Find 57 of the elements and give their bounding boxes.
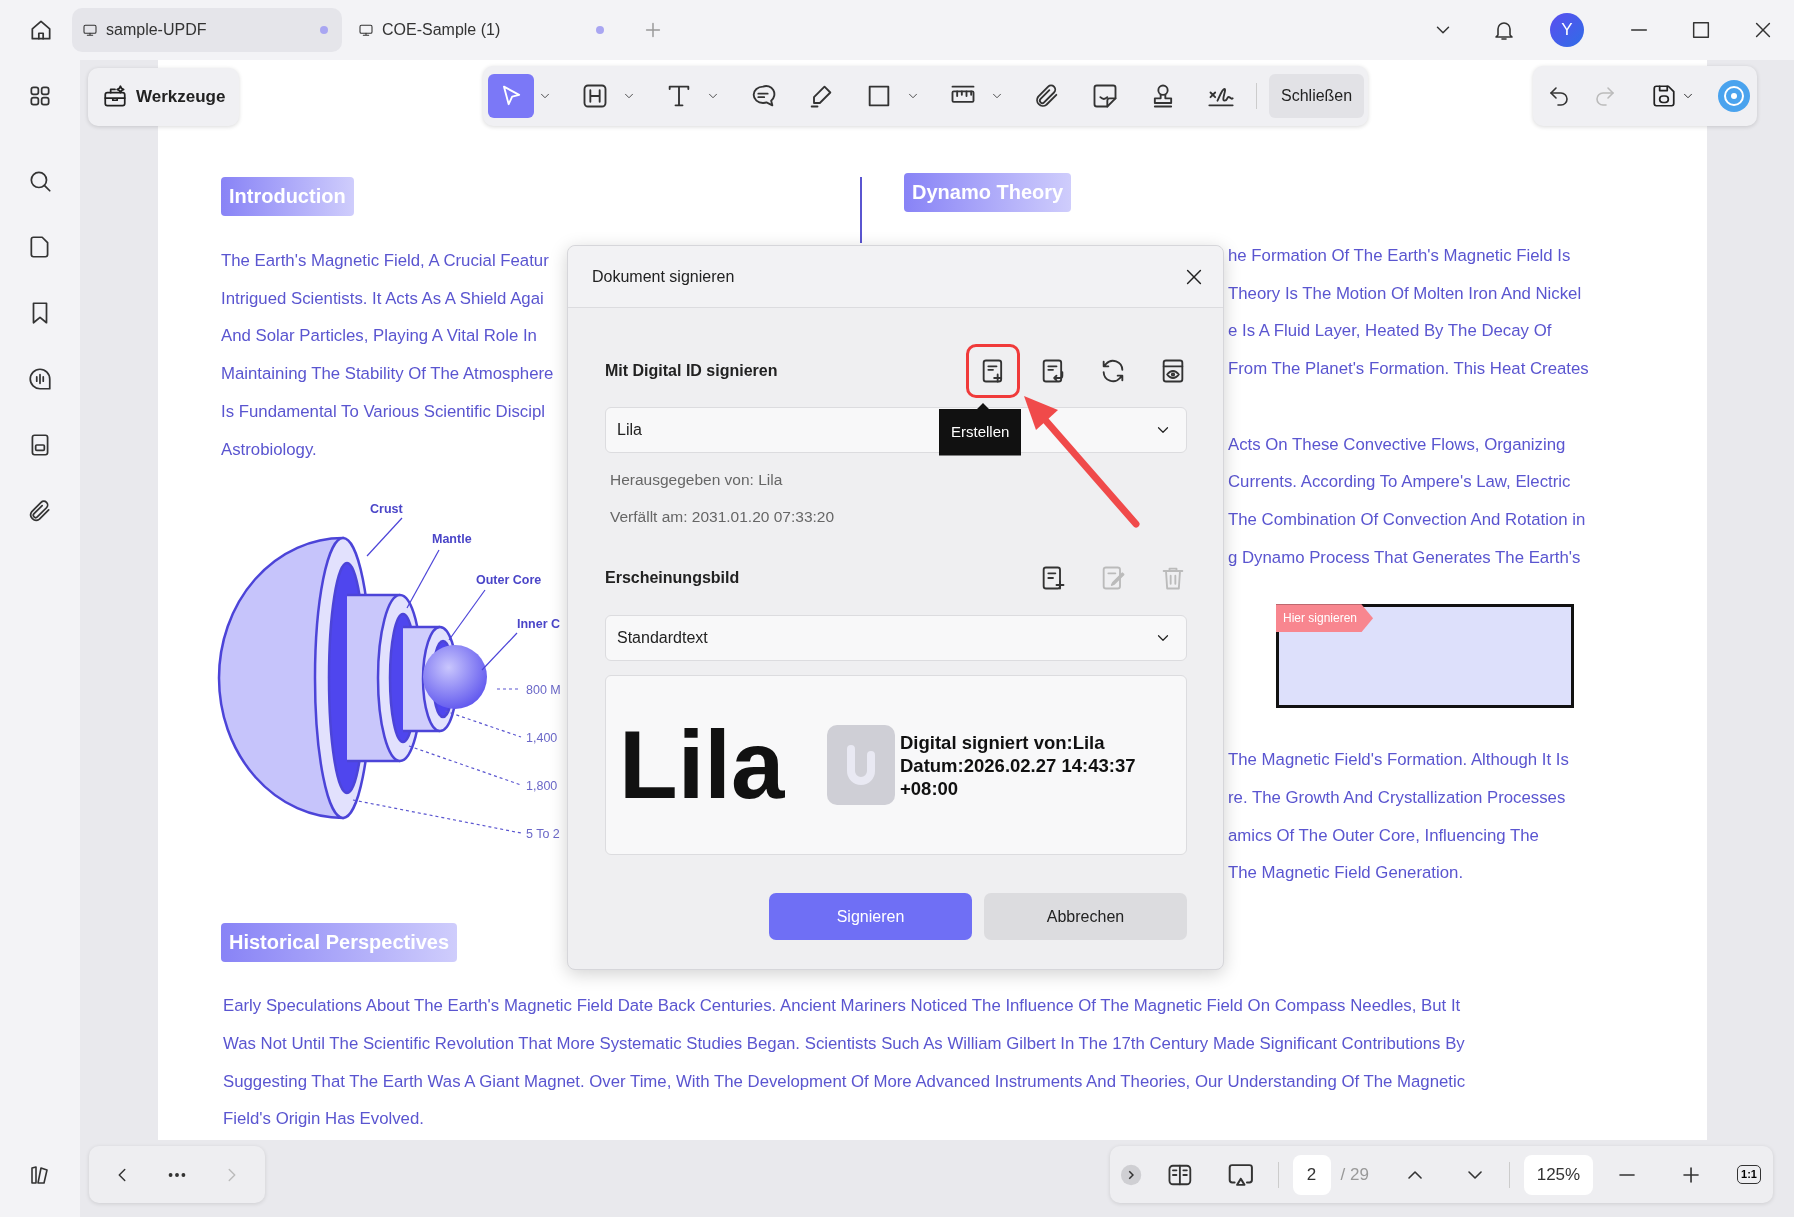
cancel-button[interactable]: Abbrechen xyxy=(984,893,1187,940)
monitor-icon xyxy=(358,22,374,38)
monitor-icon xyxy=(82,22,98,38)
leader-line xyxy=(366,517,403,557)
create-id-button[interactable] xyxy=(969,347,1017,395)
diagram-label: Crust xyxy=(370,502,403,517)
maximize-icon[interactable] xyxy=(1690,19,1712,41)
save-icon[interactable] xyxy=(1651,83,1677,109)
comment-icon[interactable] xyxy=(27,366,53,392)
section-heading: Dynamo Theory xyxy=(904,173,1072,212)
diagram-label: 800 M xyxy=(526,683,561,698)
section-heading: Introduction xyxy=(221,177,354,216)
dialog-title: Dokument signieren xyxy=(592,266,735,287)
issuer-text: Herausgegeben von: Lila xyxy=(610,470,784,490)
diagram-label: Mantle xyxy=(432,532,472,547)
document-tab[interactable]: sample-UPDF xyxy=(72,8,342,52)
user-avatar[interactable]: Y xyxy=(1550,13,1584,47)
grid-icon[interactable] xyxy=(27,83,53,109)
leader-line xyxy=(406,549,440,609)
diagram-label: 5 To 2 xyxy=(526,827,560,842)
tooltip: Erstellen xyxy=(939,403,1022,456)
expiry-text: Verfällt am: 2031.01.20 07:33:20 xyxy=(610,507,836,527)
diagram-label: Outer Core xyxy=(476,573,542,588)
actual-size-button[interactable]: 1:1 xyxy=(1737,1165,1761,1184)
paragraph-text: Early Speculations About The Earth's Magnetic Field Date Back Centuries. Ancient Mariners Noticed The Influence Of The Magnetic Field On Compass Needles, But It Was Not Until The Scientific Revolution That More Systematic Studies Began. Scientists Such As William Gilbert In The 17th Century Made Significant Contributions By Suggesting That The Earth Was A Giant Magnet. Over Time, With The Development Of More Advanced Instruments And Theories, Our Understanding Of The Magnetic Field's Origin Has Evolved. xyxy=(222,995,1466,1131)
diagram-label: 1,800 xyxy=(526,779,558,794)
section-title: Mit Digital ID signieren xyxy=(605,361,778,381)
signature-details: Digital signiert von:Lila Datum:2026.02.27 14:43:37 +08:00 xyxy=(900,730,1136,800)
leader-line xyxy=(481,632,518,671)
section-title: Erscheinungsbild xyxy=(605,568,740,588)
document-tab[interactable]: COE-Sample (1) xyxy=(348,8,618,52)
appearance-dropdown[interactable]: Standardtext xyxy=(605,615,1187,661)
heading-icon xyxy=(581,82,609,110)
diagram-label: Inner C xyxy=(517,617,561,632)
section-heading: Historical Perspectives xyxy=(221,923,458,963)
assistant-icon[interactable] xyxy=(1717,79,1751,113)
diagram-label: 1,400 xyxy=(526,731,558,746)
toolbox-icon xyxy=(102,84,128,110)
paragraph-text: The Magnetic Field's Formation. Although It Is re. The Growth And Crystallization Processes amics Of The Outer Core, Influencing The The Magnetic Field Generation. xyxy=(1228,749,1569,885)
sign-here-tag: Hier signieren xyxy=(1276,604,1374,633)
paragraph-text: he Formation Of The Earth's Magnetic Field Is Theory Is The Motion Of Molten Iron And Nickel e Is A Fluid Layer, Heated By The Decay Of From The Planet's Formation. This Heat Creates xyxy=(1228,245,1589,381)
sign-button[interactable]: Signieren xyxy=(769,893,972,940)
sticker-icon xyxy=(1091,82,1119,110)
page-number-field[interactable]: 2 xyxy=(1292,1154,1331,1195)
close-tools-button[interactable]: Schließen xyxy=(1269,74,1365,118)
dot-icon xyxy=(596,26,604,34)
expand-icon[interactable] xyxy=(1120,1162,1143,1187)
dot-icon xyxy=(320,26,328,34)
signature-name: Lila xyxy=(619,717,786,813)
logo-icon xyxy=(827,725,895,805)
select-tool-button[interactable] xyxy=(488,74,534,118)
leader-line xyxy=(448,589,486,641)
paragraph-text: Acts On These Convective Flows, Organizing Currents. According To Ampere's Law, Electric The Combination Of Convection And Rotation in g Dynamo Process That Generates The Earth's xyxy=(1228,433,1586,569)
page-total: / 29 xyxy=(1340,1163,1369,1186)
undo-icon[interactable] xyxy=(1547,84,1571,108)
paragraph-text: The Earth's Magnetic Field, A Crucial Featur Intrigued Scientists. It Acts As A Shield Agai And Solar Particles, Playing A Vital Role In Maintaining The Stability Of The Atmosphere Is Fundamental To Various Scientific Discipl Astrobiology. xyxy=(221,250,554,461)
zoom-field[interactable]: 125% xyxy=(1523,1154,1593,1195)
